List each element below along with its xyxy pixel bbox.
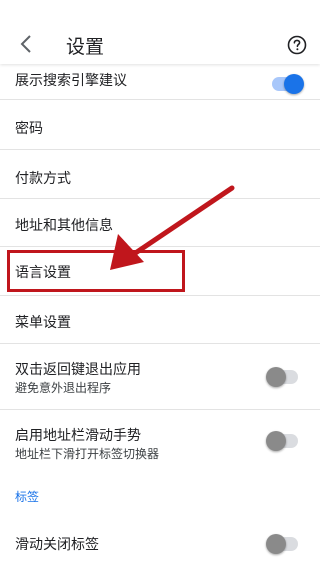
section-header-tabs: 标签 xyxy=(15,490,40,504)
setting-addresses-label: 地址和其他信息 xyxy=(15,218,113,234)
setting-password-label: 密码 xyxy=(15,121,43,137)
setting-swipe-close-tabs-label: 滑动关闭标签 xyxy=(15,537,99,553)
setting-swipe-close-tabs[interactable]: 滑动关闭标签 xyxy=(0,522,320,566)
setting-address-bar-swipe-sublabel: 地址栏下滑打开标签切换器 xyxy=(15,447,160,461)
setting-double-back-exit[interactable]: 双击返回键退出应用 避免意外退出程序 xyxy=(0,344,320,410)
search-suggestions-toggle[interactable] xyxy=(272,74,304,94)
settings-screen: 展示搜索引擎建议 密码 付款方式 地址和其他信息 语言设置 菜单设置 双击返回键… xyxy=(0,0,320,566)
toggle-knob xyxy=(266,431,286,451)
setting-addresses[interactable]: 地址和其他信息 xyxy=(0,199,320,247)
setting-address-bar-swipe[interactable]: 启用地址栏滑动手势 地址栏下滑打开标签切换器 xyxy=(0,410,320,474)
setting-search-suggestions[interactable]: 展示搜索引擎建议 xyxy=(0,60,320,100)
swipe-close-tabs-toggle[interactable] xyxy=(266,534,298,554)
toggle-knob xyxy=(284,74,304,94)
toggle-knob xyxy=(266,367,286,387)
setting-language[interactable]: 语言设置 xyxy=(0,247,320,296)
toggle-knob xyxy=(266,534,286,554)
app-bar: 设置 xyxy=(0,0,320,64)
setting-search-suggestions-label: 展示搜索引擎建议 xyxy=(15,73,127,89)
double-back-exit-toggle[interactable] xyxy=(266,367,298,387)
chevron-left-icon xyxy=(19,34,33,58)
setting-payment[interactable]: 付款方式 xyxy=(0,150,320,199)
setting-double-back-exit-label: 双击返回键退出应用 xyxy=(15,362,141,378)
setting-payment-label: 付款方式 xyxy=(15,171,71,187)
setting-double-back-exit-sublabel: 避免意外退出程序 xyxy=(15,381,112,395)
setting-address-bar-swipe-label: 启用地址栏滑动手势 xyxy=(15,428,141,444)
help-circle-icon xyxy=(287,35,307,59)
setting-menu-label: 菜单设置 xyxy=(15,315,71,331)
address-bar-swipe-toggle[interactable] xyxy=(266,431,298,451)
setting-menu[interactable]: 菜单设置 xyxy=(0,296,320,344)
back-button[interactable] xyxy=(12,32,40,60)
setting-language-label: 语言设置 xyxy=(15,265,71,281)
page-title: 设置 xyxy=(66,36,105,58)
setting-password[interactable]: 密码 xyxy=(0,100,320,150)
help-button[interactable] xyxy=(286,35,308,59)
